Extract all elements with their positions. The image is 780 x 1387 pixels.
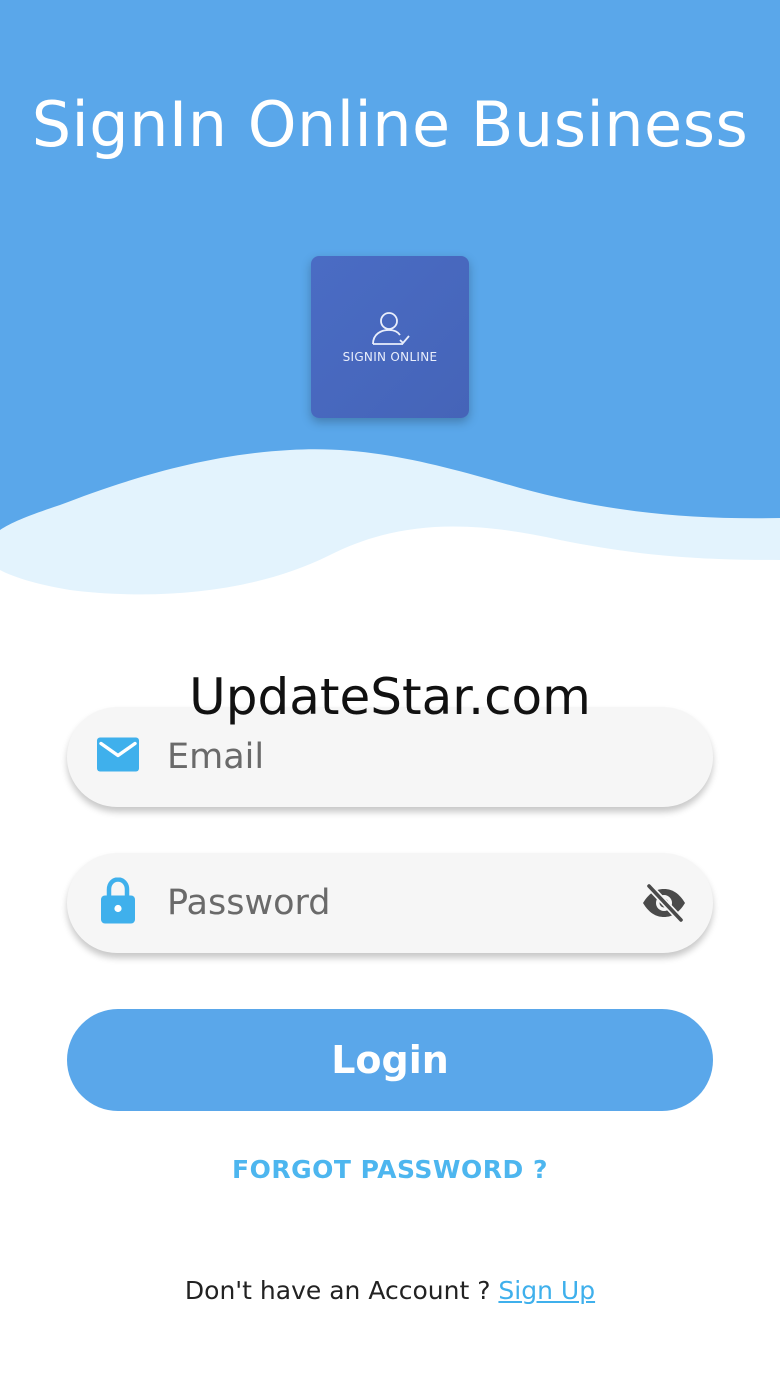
- lock-icon: [101, 877, 135, 929]
- forgot-password-link[interactable]: FORGOT PASSWORD ?: [0, 1155, 780, 1184]
- signup-prompt-row: Don't have an Account ? Sign Up: [0, 1276, 780, 1305]
- logo-text: SIGNIN ONLINE: [342, 350, 438, 364]
- signup-prompt-text: Don't have an Account ?: [184, 1276, 499, 1305]
- signin-screen: SignIn Online Business SIGNIN ONLINE Upd…: [0, 0, 780, 1387]
- login-button[interactable]: Login: [67, 1009, 713, 1111]
- signup-link[interactable]: Sign Up: [498, 1276, 595, 1305]
- user-check-icon: [372, 312, 410, 345]
- password-input[interactable]: [167, 853, 627, 953]
- password-field[interactable]: [67, 853, 713, 953]
- watermark-text: UpdateStar.com: [189, 668, 591, 726]
- eye-off-icon[interactable]: [641, 882, 687, 924]
- mail-icon: [97, 737, 139, 777]
- page-title: SignIn Online Business: [31, 88, 749, 161]
- app-logo: SIGNIN ONLINE: [311, 256, 469, 418]
